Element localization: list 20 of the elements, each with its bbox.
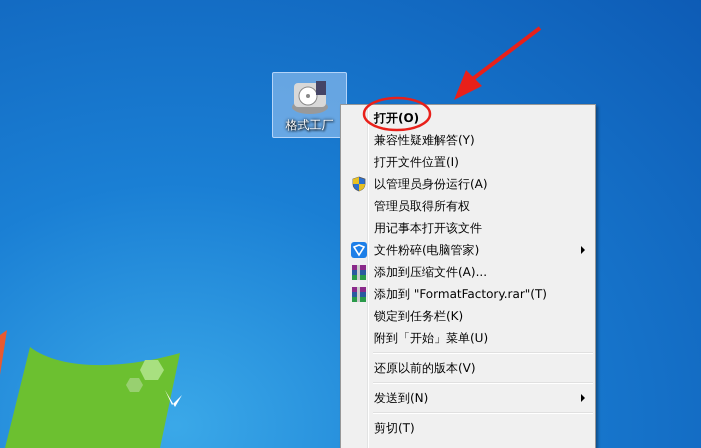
submenu-arrow-icon	[581, 246, 585, 254]
menu-item[interactable]: 附到「开始」菜单(U)	[343, 327, 593, 349]
shield-icon	[352, 176, 366, 192]
menu-item[interactable]: 剪切(T)	[343, 417, 593, 439]
books-stack-icon	[350, 264, 366, 280]
annotation-circle	[362, 96, 432, 132]
menu-item[interactable]: 发送到(N)	[343, 387, 593, 409]
menu-item[interactable]: 用记事本打开该文件	[343, 217, 593, 239]
icon-label: 格式工厂	[286, 117, 334, 134]
menu-item[interactable]: 打开文件位置(I)	[343, 151, 593, 173]
menu-item[interactable]: 以管理员身份运行(A)	[343, 173, 593, 195]
menu-item[interactable]: 锁定到任务栏(K)	[343, 305, 593, 327]
menu-item[interactable]: 管理员取得所有权	[343, 195, 593, 217]
menu-item[interactable]: 文件粉碎(电脑管家)	[343, 239, 593, 261]
shield-check-icon	[350, 242, 366, 258]
menu-item[interactable]: 添加到 "FormatFactory.rar"(T)	[343, 283, 593, 305]
books-stack-icon	[350, 286, 366, 302]
menu-item[interactable]: 添加到压缩文件(A)...	[343, 261, 593, 283]
submenu-arrow-icon	[581, 394, 585, 402]
menu-item[interactable]: 还原以前的版本(V)	[343, 357, 593, 379]
